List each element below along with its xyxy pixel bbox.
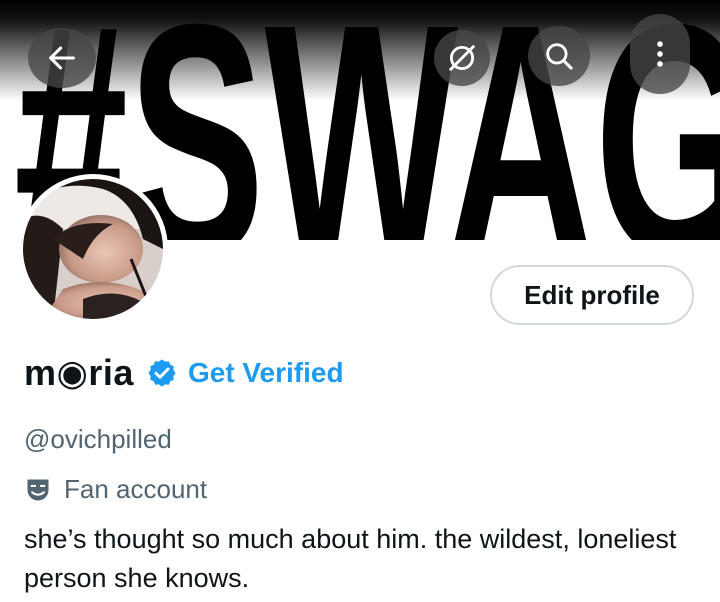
more-options-button[interactable] <box>630 14 690 94</box>
verified-badge-icon[interactable] <box>146 357 178 389</box>
theater-masks-icon <box>27 479 49 500</box>
avatar-frame[interactable] <box>18 174 168 324</box>
vertical-dots-icon <box>657 41 663 67</box>
get-verified-link[interactable]: Get Verified <box>188 357 344 389</box>
avatar-image <box>23 179 163 319</box>
back-button[interactable] <box>28 28 96 88</box>
user-handle: @ovichpilled <box>24 424 172 454</box>
no-sync-icon <box>449 45 475 71</box>
category-label: Fan account <box>64 474 208 504</box>
profile-bio: she’s thought so much about him. the wil… <box>24 524 677 593</box>
edit-profile-button[interactable]: Edit profile <box>490 265 694 325</box>
search-icon <box>546 43 573 70</box>
sync-toggle-button[interactable] <box>434 30 490 86</box>
search-button[interactable] <box>528 26 590 86</box>
arrow-left-icon <box>49 46 75 70</box>
name-row: m◉ria Get Verified <box>24 352 344 394</box>
display-name: m◉ria <box>24 352 134 393</box>
avatar[interactable] <box>23 179 163 319</box>
profile-category: Fan account <box>24 474 207 505</box>
